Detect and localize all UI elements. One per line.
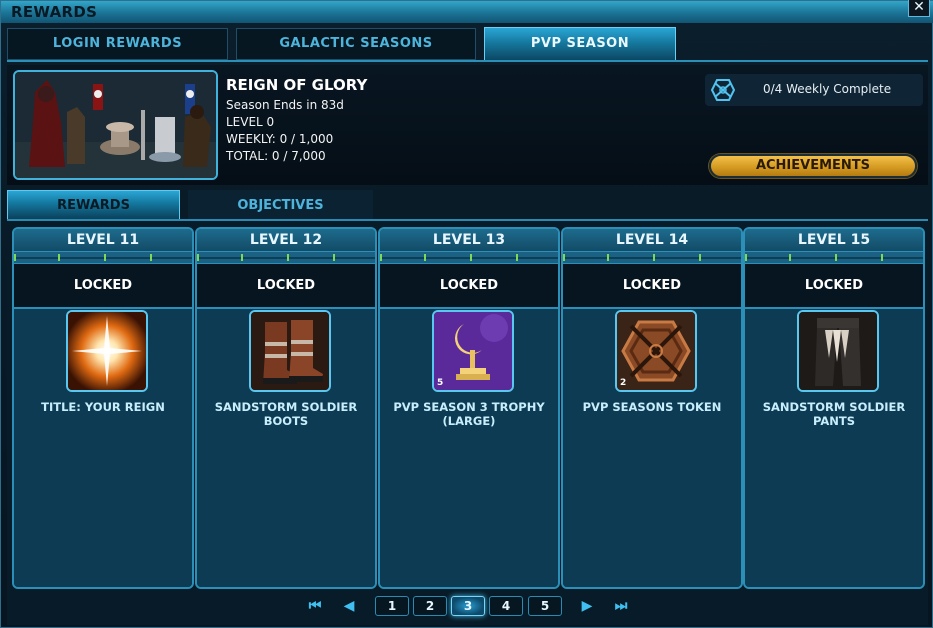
close-button[interactable]: ✕: [908, 0, 930, 17]
locked-status: LOCKED: [14, 263, 192, 309]
title-bar[interactable]: REWARDS ✕: [1, 0, 933, 23]
tab-rewards[interactable]: REWARDS: [7, 190, 180, 220]
token-icon[interactable]: 2: [615, 310, 697, 392]
reward-quantity: 5: [437, 378, 444, 388]
level-progress-bar: [14, 251, 192, 263]
hexagon-emblem-icon: [710, 79, 736, 101]
tab-divider: [7, 60, 928, 62]
season-level: LEVEL 0: [226, 115, 275, 129]
reward-column: LEVEL 13 LOCKED 5 PVP SEASON 3 TROPHY (L…: [378, 227, 560, 589]
level-header: LEVEL 14: [563, 229, 741, 251]
page-button-3[interactable]: 3: [451, 596, 485, 616]
radiant-light-icon[interactable]: [66, 310, 148, 392]
reward-column: LEVEL 15 LOCKED SANDSTORM SOLDIER PANTS: [743, 227, 925, 589]
window-title: REWARDS: [11, 3, 98, 21]
reward-column: LEVEL 12 LOCKED SANDSTORM SOLDIER BOOTS: [195, 227, 377, 589]
locked-status: LOCKED: [197, 263, 375, 309]
page-button-5[interactable]: 5: [528, 596, 562, 616]
season-banner-image: [13, 70, 218, 180]
rewards-window: REWARDS ✕ LOGIN REWARDS GALACTIC SEASONS…: [0, 0, 933, 628]
first-page-icon[interactable]: ⏮: [305, 597, 325, 615]
level-header: LEVEL 13: [380, 229, 558, 251]
locked-status: LOCKED: [563, 263, 741, 309]
reward-name: PVP SEASONS TOKEN: [582, 400, 722, 414]
level-header: LEVEL 11: [14, 229, 192, 251]
level-header: LEVEL 12: [197, 229, 375, 251]
tab-login-rewards[interactable]: LOGIN REWARDS: [7, 28, 228, 60]
boots-icon[interactable]: [249, 310, 331, 392]
season-title: REIGN OF GLORY: [226, 76, 368, 94]
level-header: LEVEL 15: [745, 229, 923, 251]
level-progress-bar: [197, 251, 375, 263]
reward-name: SANDSTORM SOLDIER PANTS: [762, 400, 906, 428]
level-progress-bar: [745, 251, 923, 263]
season-panel: REIGN OF GLORY Season Ends in 83d LEVEL …: [7, 65, 928, 185]
tab-pvp-season[interactable]: PVP SEASON: [484, 27, 676, 61]
page-button-1[interactable]: 1: [375, 596, 409, 616]
level-progress-bar: [563, 251, 741, 263]
achievements-button[interactable]: ACHIEVEMENTS: [709, 154, 917, 178]
weekly-complete-box: 0/4 Weekly Complete: [705, 74, 923, 106]
season-ends: Season Ends in 83d: [226, 98, 344, 112]
prev-page-icon[interactable]: ◀: [339, 597, 359, 615]
locked-status: LOCKED: [380, 263, 558, 309]
pagination: ⏮ ◀ 1 2 3 4 5 ▶ ⏭: [1, 595, 933, 617]
page-button-4[interactable]: 4: [489, 596, 523, 616]
reward-quantity: 2: [620, 378, 627, 388]
next-page-icon[interactable]: ▶: [577, 597, 597, 615]
last-page-icon[interactable]: ⏭: [611, 597, 631, 615]
reward-name: SANDSTORM SOLDIER BOOTS: [214, 400, 358, 428]
pants-icon[interactable]: [797, 310, 879, 392]
trophy-icon[interactable]: 5: [432, 310, 514, 392]
weekly-complete-text: 0/4 Weekly Complete: [763, 82, 892, 96]
reward-column: LEVEL 14 LOCKED 2 PVP SEASONS TOKEN: [561, 227, 743, 589]
season-total: TOTAL: 0 / 7,000: [226, 149, 326, 163]
reward-name: TITLE: YOUR REIGN: [41, 400, 165, 414]
tab-galactic-seasons[interactable]: GALACTIC SEASONS: [236, 28, 476, 60]
level-progress-bar: [380, 251, 558, 263]
page-button-2[interactable]: 2: [413, 596, 447, 616]
season-weekly: WEEKLY: 0 / 1,000: [226, 132, 334, 146]
reward-column: LEVEL 11 LOCKED TITLE: YOUR REIGN: [12, 227, 194, 589]
locked-status: LOCKED: [745, 263, 923, 309]
tab-objectives[interactable]: OBJECTIVES: [188, 190, 373, 220]
reward-name: PVP SEASON 3 TROPHY (LARGE): [393, 400, 545, 428]
